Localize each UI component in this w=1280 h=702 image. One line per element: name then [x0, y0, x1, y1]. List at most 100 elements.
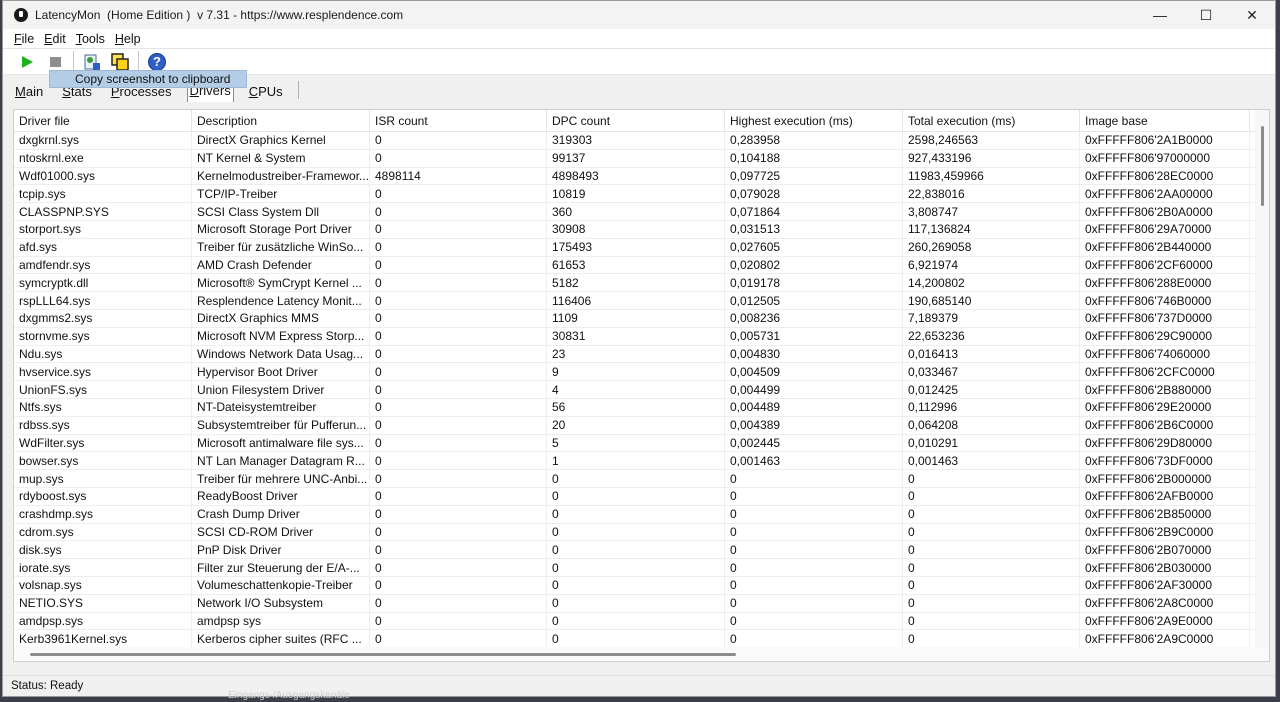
table-row[interactable]: rdbss.sys Subsystemtreiber für Pufferun..… — [14, 416, 1269, 435]
table-row[interactable]: ntoskrnl.exe NT Kernel & System 0 99137 0,10… — [14, 149, 1269, 168]
description-cell: Volumeschattenkopie-Treiber — [192, 576, 370, 594]
highest-execution-cell: 0,104188 — [725, 149, 903, 167]
highest-execution-cell: 0 — [725, 487, 903, 505]
table-row[interactable]: Ndu.sys Windows Network Data Usag... 0 23 0,… — [14, 345, 1269, 364]
table-row[interactable]: WdFilter.sys Microsoft antimalware file s… — [14, 434, 1269, 453]
close-button[interactable]: ✕ — [1229, 1, 1275, 29]
table-row[interactable]: CLASSPNP.SYS SCSI Class System Dll 0 360 0,0… — [14, 203, 1269, 221]
description-cell: Crash Dump Driver — [192, 505, 370, 523]
dpc-count-cell: 99137 — [547, 149, 725, 167]
table-row[interactable]: storport.sys Microsoft Storage Port Drive… — [14, 220, 1269, 239]
isr-count-cell: 0 — [370, 309, 547, 327]
table-row[interactable]: amdpsp.sys amdpsp sys 0 0 0 0 0xFFFFF806'2A9E0… — [14, 612, 1269, 631]
column-header-total-execution[interactable]: Total execution (ms) — [903, 110, 1080, 132]
highest-execution-cell: 0 — [725, 505, 903, 523]
dpc-count-cell: 4898493 — [547, 167, 725, 185]
table-row[interactable]: Ntfs.sys NT-Dateisystemtreiber 0 56 0,004489… — [14, 398, 1269, 417]
column-header-highest-execution[interactable]: Highest execution (ms) — [725, 110, 903, 132]
dpc-count-cell: 0 — [547, 612, 725, 630]
vertical-scroll-thumb[interactable] — [1261, 126, 1264, 206]
total-execution-cell: 927,433196 — [903, 149, 1080, 167]
menu-help[interactable]: Help — [110, 32, 146, 46]
window-controls: — ☐ ✕ — [1137, 1, 1275, 29]
isr-count-cell: 0 — [370, 203, 547, 220]
table-row[interactable]: dxgkrnl.sys DirectX Graphics Kernel 0 31930… — [14, 132, 1269, 150]
driver-file-cell: ntoskrnl.exe — [14, 149, 192, 167]
highest-execution-cell: 0,079028 — [725, 185, 903, 203]
image-base-cell: 0xFFFFF806'2B000000 — [1080, 470, 1250, 487]
minimize-button[interactable]: — — [1137, 1, 1183, 29]
table-row[interactable]: tcpip.sys TCP/IP-Treiber 0 10819 0,079028 22,… — [14, 185, 1269, 204]
dpc-count-cell: 61653 — [547, 256, 725, 274]
column-header-dpc-count[interactable]: DPC count — [547, 110, 725, 132]
description-cell: Microsoft NVM Express Storp... — [192, 327, 370, 345]
horizontal-scroll-thumb[interactable] — [30, 653, 736, 656]
table-row[interactable]: stornvme.sys Microsoft NVM Express Storp.… — [14, 327, 1269, 346]
description-cell: SCSI Class System Dll — [192, 203, 370, 220]
table-row[interactable]: symcryptk.dll Microsoft® SymCrypt Kernel … — [14, 274, 1269, 293]
table-row[interactable]: hvservice.sys Hypervisor Boot Driver 0 9 0,0… — [14, 363, 1269, 382]
column-header-driver-file[interactable]: Driver file — [14, 110, 192, 132]
isr-count-cell: 0 — [370, 220, 547, 238]
horizontal-scrollbar[interactable] — [14, 647, 1269, 661]
column-header-description[interactable]: Description — [192, 110, 370, 132]
table-row[interactable]: afd.sys Treiber für zusätzliche WinSo... 0… — [14, 238, 1269, 257]
isr-count-cell: 0 — [370, 630, 547, 648]
description-cell: NT-Dateisystemtreiber — [192, 398, 370, 416]
total-execution-cell: 0,033467 — [903, 363, 1080, 381]
title-bar[interactable]: LatencyMon (Home Edition ) v 7.31 - http… — [3, 1, 1275, 29]
driver-file-cell: dxgmms2.sys — [14, 309, 192, 327]
highest-execution-cell: 0,004499 — [725, 381, 903, 398]
maximize-button[interactable]: ☐ — [1183, 1, 1229, 29]
table-row[interactable]: iorate.sys Filter zur Steuerung der E/A-.… — [14, 559, 1269, 577]
table-row[interactable]: disk.sys PnP Disk Driver 0 0 0 0 0xFFFFF806'2B… — [14, 541, 1269, 560]
highest-execution-cell: 0 — [725, 559, 903, 576]
isr-count-cell: 0 — [370, 576, 547, 594]
table-row[interactable]: dxgmms2.sys DirectX Graphics MMS 0 1109 0,00… — [14, 309, 1269, 328]
table-row[interactable]: rdyboost.sys ReadyBoost Driver 0 0 0 0 0xFFFFF… — [14, 487, 1269, 506]
table-row[interactable]: bowser.sys NT Lan Manager Datagram R... 0 1… — [14, 452, 1269, 471]
table-row[interactable]: amdfendr.sys AMD Crash Defender 0 61653 0,02… — [14, 256, 1269, 275]
highest-execution-cell: 0,004509 — [725, 363, 903, 381]
highest-execution-cell: 0 — [725, 576, 903, 594]
column-header-isr-count[interactable]: ISR count — [370, 110, 547, 132]
column-header-image-base[interactable]: Image base — [1080, 110, 1250, 132]
highest-execution-cell: 0 — [725, 594, 903, 612]
image-base-cell: 0xFFFFF806'97000000 — [1080, 149, 1250, 167]
dpc-count-cell: 360 — [547, 203, 725, 220]
table-row[interactable]: mup.sys Treiber für mehrere UNC-Anbi... 0 0… — [14, 470, 1269, 488]
table-row[interactable]: volsnap.sys Volumeschattenkopie-Treiber 0 0… — [14, 576, 1269, 595]
dpc-count-cell: 4 — [547, 381, 725, 398]
table-row[interactable]: cdrom.sys SCSI CD-ROM Driver 0 0 0 0 0xFFFFF80… — [14, 523, 1269, 542]
isr-count-cell: 0 — [370, 523, 547, 541]
table-row[interactable]: Wdf01000.sys Kernelmodustreiber-Framewor.… — [14, 167, 1269, 186]
tab-cpus[interactable]: C PUs — [245, 80, 287, 102]
table-row[interactable]: rspLLL64.sys Resplendence Latency Monit..… — [14, 292, 1269, 310]
table-row[interactable]: UnionFS.sys Union Filesystem Driver 0 4 0,00… — [14, 381, 1269, 399]
menu-edit[interactable]: Edit — [39, 32, 71, 46]
table-row[interactable]: crashdmp.sys Crash Dump Driver 0 0 0 0 0xFFFFF… — [14, 505, 1269, 524]
start-button[interactable] — [13, 50, 41, 74]
highest-execution-cell: 0 — [725, 470, 903, 487]
description-cell: Resplendence Latency Monit... — [192, 292, 370, 309]
menu-file[interactable]: File — [9, 32, 39, 46]
table-row[interactable]: Kerb3961Kernel.sys Kerberos cipher suites… — [14, 630, 1269, 649]
isr-count-cell: 0 — [370, 238, 547, 256]
menu-tools[interactable]: Tools — [71, 32, 110, 46]
image-base-cell: 0xFFFFF806'73DF0000 — [1080, 452, 1250, 470]
isr-count-cell: 0 — [370, 381, 547, 398]
tab-main[interactable]: Main — [11, 80, 47, 102]
table-row[interactable]: NETIO.SYS Network I/O Subsystem 0 0 0 0 0xFFFF… — [14, 594, 1269, 613]
description-cell: amdpsp sys — [192, 612, 370, 630]
highest-execution-cell: 0 — [725, 630, 903, 648]
highest-execution-cell: 0,020802 — [725, 256, 903, 274]
image-base-cell: 0xFFFFF806'29D80000 — [1080, 434, 1250, 452]
image-base-cell: 0xFFFFF806'2A8C0000 — [1080, 594, 1250, 612]
total-execution-cell: 0 — [903, 630, 1080, 648]
description-cell: DirectX Graphics MMS — [192, 309, 370, 327]
total-execution-cell: 22,653236 — [903, 327, 1080, 345]
description-cell: Treiber für zusätzliche WinSo... — [192, 238, 370, 256]
driver-file-cell: stornvme.sys — [14, 327, 192, 345]
drivers-list[interactable]: Driver file Description ISR count DPC co… — [13, 109, 1270, 662]
vertical-scrollbar[interactable] — [1255, 110, 1269, 661]
